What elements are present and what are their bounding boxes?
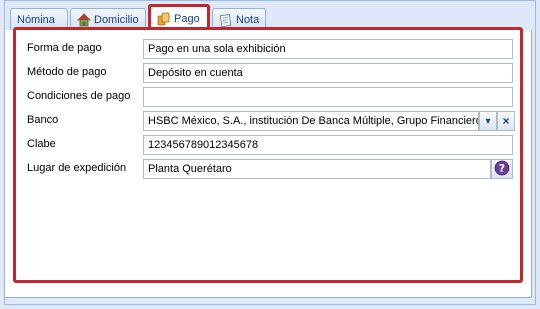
banco-dropdown-button[interactable]: ▾: [479, 111, 497, 131]
tab-nomina-label: Nómina: [17, 13, 55, 26]
tab-pago-label: Pago: [174, 13, 200, 25]
row-forma-pago: Forma de pago Pago en una sola exhibició…: [27, 39, 513, 59]
row-clabe: Clabe 123456789012345678: [27, 135, 513, 155]
banco-combo-field[interactable]: HSBC México, S.A., institución De Banca …: [143, 111, 479, 131]
house-icon: [77, 12, 91, 27]
row-banco: Banco HSBC México, S.A., institución De …: [27, 111, 515, 131]
payment-icon: [157, 12, 171, 26]
condiciones-pago-label: Condiciones de pago: [27, 90, 131, 102]
tab-domicilio-label: Domicilio: [94, 13, 139, 26]
row-metodo-pago: Método de pago Depósito en cuenta: [27, 63, 513, 83]
banco-label: Banco: [27, 114, 59, 126]
row-condiciones-pago: Condiciones de pago: [27, 87, 513, 107]
help-icon: ?: [494, 160, 510, 179]
svg-text:?: ?: [499, 162, 505, 175]
clabe-field[interactable]: 123456789012345678: [143, 135, 513, 155]
tab-nota-label: Nota: [236, 13, 260, 26]
close-icon: ×: [502, 114, 510, 128]
note-icon: [219, 13, 233, 27]
clabe-label: Clabe: [27, 138, 56, 150]
condiciones-pago-field[interactable]: [143, 87, 513, 107]
lugar-expedicion-label: Lugar de expedición: [27, 162, 127, 174]
forma-pago-label: Forma de pago: [27, 42, 102, 54]
forma-pago-field[interactable]: Pago en una sola exhibición: [143, 39, 513, 59]
lugar-expedicion-field[interactable]: Planta Querétaro: [143, 159, 491, 179]
lugar-expedicion-help-button[interactable]: ?: [491, 159, 513, 179]
metodo-pago-field[interactable]: Depósito en cuenta: [143, 63, 513, 83]
row-lugar-expedicion: Lugar de expedición Planta Querétaro ?: [27, 159, 513, 179]
chevron-down-icon: ▾: [485, 115, 491, 127]
banco-clear-button[interactable]: ×: [497, 111, 515, 131]
metodo-pago-label: Método de pago: [27, 66, 107, 78]
